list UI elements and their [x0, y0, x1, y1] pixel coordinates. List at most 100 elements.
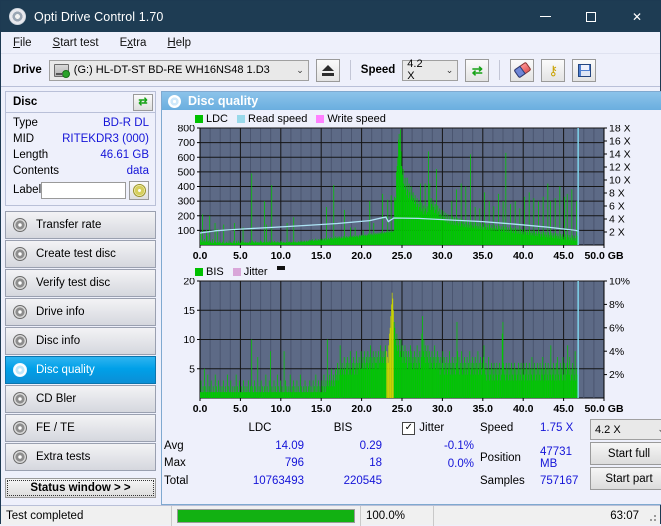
- drive-select-value: (G:) HL-DT-ST BD-RE WH16NS48 1.D3: [73, 64, 270, 76]
- menu-file[interactable]: FFileile: [11, 36, 34, 50]
- jitter-checkbox[interactable]: ✓: [402, 421, 416, 435]
- nav-list: Transfer rate Create test disc Verify te…: [5, 211, 156, 471]
- svg-text:10.0: 10.0: [271, 250, 292, 262]
- status-window-button[interactable]: Status window > >: [5, 478, 156, 498]
- svg-text:6%: 6%: [609, 322, 624, 334]
- svg-text:50.0 GB: 50.0 GB: [584, 250, 624, 262]
- disc-type-value: BD-R DL: [102, 117, 149, 129]
- sidebar-item-label: Transfer rate: [36, 219, 102, 231]
- legend-item-read-speed: Read speed: [237, 113, 307, 125]
- bis-jitter-chart: 5 10 15 20 2% 4% 6% 8% 10% 0.0 5.0 10.0 15.0 20.0 25.0…: [162, 278, 661, 416]
- svg-text:14 X: 14 X: [609, 149, 631, 161]
- stats-max-ldc: 796: [284, 457, 304, 470]
- sidebar-item-label: Create test disc: [36, 248, 116, 260]
- svg-text:5.0: 5.0: [233, 403, 248, 415]
- svg-text:20: 20: [183, 278, 195, 288]
- svg-text:0.0: 0.0: [193, 250, 208, 262]
- svg-text:5: 5: [189, 363, 195, 375]
- disc-label-button[interactable]: [129, 180, 149, 200]
- svg-text:30.0: 30.0: [432, 403, 453, 415]
- maximize-icon: [586, 11, 596, 22]
- ldc-chart-svg: 100 200 300 400 500 600 700 800 2 X4 X6 X8 X10 X…: [177, 125, 631, 262]
- sidebar-item-fe-te[interactable]: FE / TE: [5, 414, 156, 442]
- disc-refresh-button[interactable]: ⇄: [133, 94, 153, 111]
- action-column: 4.2 X ⌄ Start full Start part: [590, 419, 661, 490]
- sidebar-item-create-test-disc[interactable]: Create test disc: [5, 240, 156, 268]
- close-icon: ✕: [631, 9, 643, 24]
- sidebar-item-extra-tests[interactable]: Extra tests: [5, 443, 156, 471]
- sidebar-item-verify-test-disc[interactable]: Verify test disc: [5, 269, 156, 297]
- table-row: Samples 757167: [480, 473, 590, 490]
- scrollbar-marker[interactable]: [276, 266, 285, 270]
- eject-button[interactable]: [315, 58, 340, 82]
- sidebar-item-transfer-rate[interactable]: Transfer rate: [5, 211, 156, 239]
- test-speed-select[interactable]: 4.2 X ⌄: [590, 419, 661, 440]
- save-button[interactable]: [572, 58, 597, 82]
- disc-length-value: 46.61 GB: [100, 149, 149, 161]
- test-speed-value: 4.2 X: [595, 423, 621, 436]
- minimize-icon: [539, 16, 551, 17]
- disc-mid-value: RITEKDR3 (000): [62, 133, 149, 145]
- start-part-button[interactable]: Start part: [590, 467, 661, 490]
- svg-text:20.0: 20.0: [351, 250, 372, 262]
- svg-text:35.0: 35.0: [473, 403, 494, 415]
- svg-text:15.0: 15.0: [311, 403, 332, 415]
- svg-text:5.0: 5.0: [233, 250, 248, 262]
- svg-text:20.0: 20.0: [351, 403, 372, 415]
- table-row: Speed 1.75 X: [480, 419, 590, 436]
- disc-row-contents: Contents data: [13, 163, 149, 179]
- key-button[interactable]: ⚷: [541, 58, 566, 82]
- progress-bar: [177, 508, 355, 523]
- svg-text:300: 300: [177, 196, 195, 208]
- sidebar-item-disc-quality[interactable]: Disc quality: [5, 356, 156, 384]
- svg-text:500: 500: [177, 166, 195, 178]
- legend-item-bis: BIS: [195, 266, 224, 278]
- sidebar-item-drive-info[interactable]: Drive info: [5, 298, 156, 326]
- chevron-down-icon: ⌄: [649, 424, 661, 435]
- menu-extra[interactable]: Extra: [118, 36, 149, 50]
- legend-swatch-icon: [232, 268, 241, 276]
- jitter-label: Jitter: [419, 422, 445, 435]
- disc-panel-header: Disc ⇄: [5, 91, 156, 112]
- sidebar-item-cd-bler[interactable]: CD Bler: [5, 385, 156, 413]
- drive-label: Drive: [13, 64, 42, 76]
- progress-cell: [172, 506, 360, 526]
- legend-swatch-icon: [237, 114, 246, 123]
- disc-icon: [13, 421, 27, 435]
- drive-select[interactable]: (G:) HL-DT-ST BD-RE WH16NS48 1.D3 ⌄: [48, 59, 309, 81]
- close-button[interactable]: ✕: [614, 1, 660, 32]
- minimize-button[interactable]: [522, 1, 568, 32]
- svg-text:800: 800: [177, 125, 195, 135]
- svg-text:10%: 10%: [609, 278, 630, 288]
- toolbar-divider-1: [349, 60, 351, 80]
- erase-button[interactable]: [510, 58, 535, 82]
- refresh-icon: ⇄: [138, 96, 148, 108]
- menu-help[interactable]: Help: [165, 36, 193, 50]
- sidebar-item-label: Verify test disc: [36, 277, 111, 289]
- sidebar: Disc ⇄ Type BD-R DL MID RITEKDR3 (000) L…: [1, 87, 160, 505]
- svg-text:2%: 2%: [609, 369, 624, 381]
- resize-grip[interactable]: [644, 509, 658, 523]
- disc-icon: [13, 276, 27, 290]
- disc-icon: [13, 450, 27, 464]
- page-title: Disc quality: [188, 94, 259, 108]
- samples-stat-label: Samples: [480, 475, 525, 488]
- maximize-button[interactable]: [568, 1, 614, 32]
- menu-start-test[interactable]: Start test: [51, 36, 101, 50]
- svg-text:600: 600: [177, 152, 195, 164]
- sidebar-item-disc-info[interactable]: Disc info: [5, 327, 156, 355]
- disc-label-label: Label: [13, 184, 42, 196]
- sidebar-item-label: Disc quality: [36, 364, 95, 376]
- speed-select[interactable]: 4.2 X ⌄: [402, 58, 459, 82]
- svg-text:10: 10: [183, 334, 195, 346]
- start-full-button[interactable]: Start full: [590, 442, 661, 465]
- chevron-down-icon: ⌄: [296, 64, 304, 75]
- svg-text:15.0: 15.0: [311, 250, 332, 262]
- disc-icon: [9, 8, 26, 25]
- disc-contents-label: Contents: [13, 165, 60, 177]
- refresh-button[interactable]: ⇄: [465, 58, 490, 82]
- disc-label-input[interactable]: [41, 181, 127, 199]
- legend-top-chart: LDC Read speed Write speed: [162, 110, 661, 125]
- content-area: Disc quality LDC Read speed Write speed: [160, 87, 661, 505]
- disc-info-table: Type BD-R DL MID RITEKDR3 (000) Length 4…: [5, 112, 156, 206]
